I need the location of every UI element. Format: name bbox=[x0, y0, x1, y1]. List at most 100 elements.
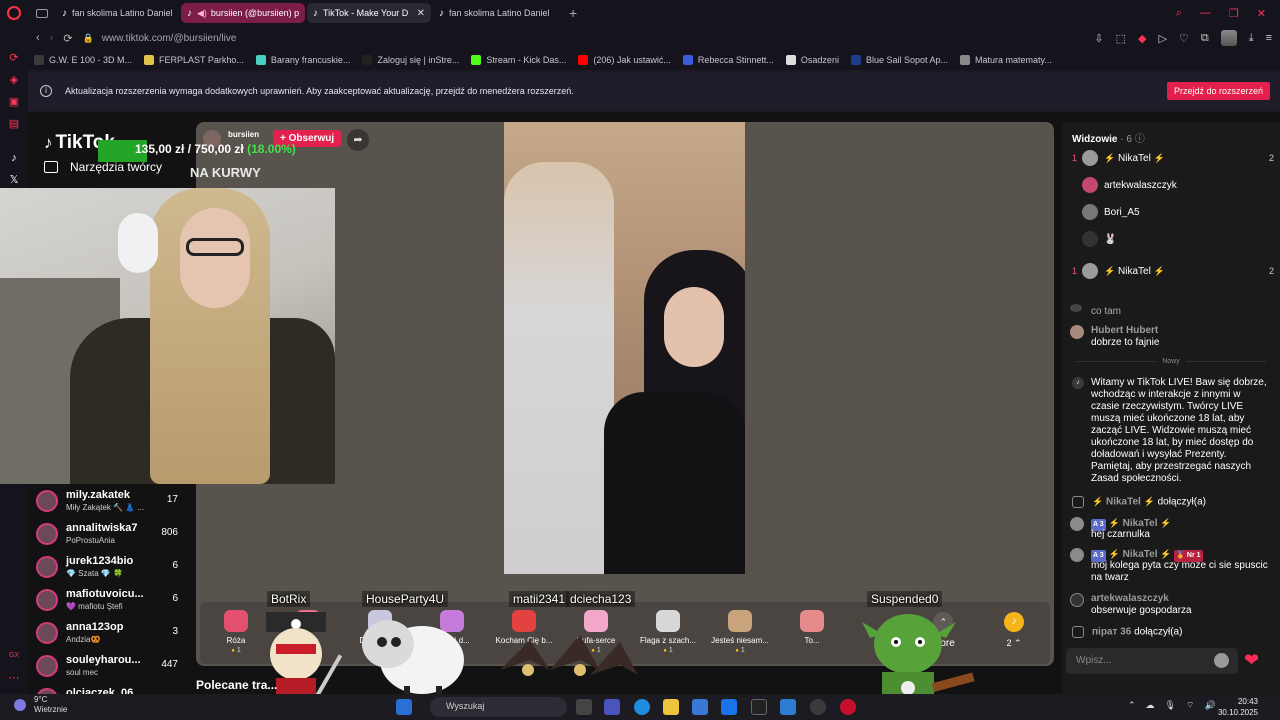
menu-icon[interactable]: ≡ bbox=[1266, 32, 1272, 44]
viewer-row[interactable]: 🐰 bbox=[1072, 231, 1274, 251]
cloud-icon[interactable]: ☁ bbox=[1146, 700, 1155, 711]
forward-icon[interactable]: › bbox=[50, 32, 54, 44]
app-icon[interactable] bbox=[751, 699, 767, 715]
leaderboard-row[interactable]: mafiotuvoicu... 💜 mafiotu Ştefi 6 bbox=[36, 585, 182, 618]
bookmark-favicon-icon bbox=[471, 55, 482, 65]
share-icon[interactable]: ➦ bbox=[347, 129, 369, 151]
viewers-heading: Widzowie · 6 ⓘ bbox=[1072, 130, 1145, 145]
gift-item[interactable]: To... bbox=[776, 610, 848, 645]
avatar bbox=[36, 589, 58, 611]
chat-user[interactable]: NikaTel bbox=[1123, 518, 1158, 529]
messenger-icon[interactable]: ▣ bbox=[8, 96, 20, 108]
play-icon[interactable]: ▷ bbox=[1159, 32, 1167, 45]
minimize-icon[interactable]: — bbox=[1200, 7, 1211, 19]
url-field[interactable]: www.tiktok.com/@bursiien/live bbox=[102, 33, 237, 44]
extensions-icon[interactable]: ⧉ bbox=[1201, 32, 1209, 45]
chat-input[interactable]: Wpisz... bbox=[1066, 648, 1238, 674]
bookmark-item[interactable]: Zaloguj się | inStre... bbox=[362, 55, 459, 65]
app-icon-2[interactable] bbox=[780, 699, 796, 715]
bookmark-item[interactable]: (206) Jak ustawić... bbox=[578, 55, 671, 65]
wifi-icon[interactable]: ⌔ bbox=[1186, 700, 1194, 711]
bookmark-item[interactable]: Matura matematy... bbox=[960, 55, 1052, 65]
leaderboard-row[interactable]: annalitwiska7 PoProstuAnia 806 bbox=[36, 519, 182, 552]
close-window-icon[interactable]: ✕ bbox=[1257, 7, 1266, 20]
coins-button[interactable]: ♪ 2 ⌃ bbox=[1004, 612, 1024, 649]
more-sidebar-icon[interactable]: ⋯ bbox=[8, 672, 20, 684]
speaker-icon[interactable]: ◀) bbox=[197, 8, 207, 19]
leaderboard-row[interactable]: mily.zakatek Miły Zakątek 🔨 👗 ... 17 bbox=[36, 486, 182, 519]
x-sidebar-icon[interactable]: 𝕏 bbox=[8, 174, 20, 186]
back-icon[interactable]: ‹ bbox=[36, 32, 40, 44]
live-video[interactable] bbox=[504, 122, 745, 574]
gift-item[interactable]: Flaga z szach... 1 bbox=[632, 610, 704, 654]
chat-user[interactable]: пірат 36 bbox=[1092, 627, 1131, 638]
mail-app-icon[interactable] bbox=[721, 699, 737, 715]
opera-gx-taskbar-icon[interactable] bbox=[840, 699, 856, 715]
edge-icon[interactable] bbox=[634, 699, 650, 715]
bookmark-item[interactable]: Stream - Kick Das... bbox=[471, 55, 566, 65]
bookmark-item[interactable]: FERPLAST Parkho... bbox=[144, 55, 244, 65]
tab-1[interactable]: ♪ fan skolima Latino Daniel bbox=[56, 3, 179, 23]
store-icon[interactable] bbox=[692, 699, 708, 715]
sync-icon[interactable]: ⟳ bbox=[8, 52, 20, 64]
viewer-name: artekwalaszczyk bbox=[1104, 180, 1177, 191]
maximize-icon[interactable]: ❐ bbox=[1229, 7, 1239, 20]
leaderboard-row[interactable]: anna123op Andzia🥨 3 bbox=[36, 618, 182, 651]
pocket-icon[interactable]: ◆ bbox=[1138, 32, 1146, 45]
help-icon[interactable]: ⓘ bbox=[1135, 134, 1145, 145]
pin-icon[interactable]: ⇩ bbox=[1094, 32, 1103, 45]
viewer-row[interactable]: artekwalaszczyk bbox=[1072, 177, 1274, 197]
downloads-icon[interactable]: ⤓ bbox=[1249, 32, 1254, 45]
close-tab-icon[interactable]: ✕ bbox=[417, 8, 425, 19]
mail-icon[interactable]: ▤ bbox=[8, 118, 20, 130]
bookmark-item[interactable]: G.W. E 100 - 3D M... bbox=[34, 55, 132, 65]
snapshot-icon[interactable]: ⬚ bbox=[1116, 32, 1126, 45]
microphone-icon[interactable]: 🎙 bbox=[1165, 700, 1176, 711]
volume-icon[interactable]: 🔊 bbox=[1204, 700, 1215, 711]
donation-goal: 135,00 zł / 750,00 zł (18.00%) bbox=[98, 140, 296, 162]
chat-user[interactable]: NikaTel bbox=[1106, 497, 1141, 508]
clock[interactable]: 20:43 30.10.2025 bbox=[1218, 696, 1258, 718]
creator-tools-link[interactable]: Narzędzia twórcy bbox=[44, 160, 162, 174]
opera-logo-icon[interactable] bbox=[7, 6, 21, 20]
viewer-row[interactable]: Bori_A5 bbox=[1072, 204, 1274, 224]
leaderboard-row[interactable]: jurek1234bio 💎 Szata 💎 🍀 6 bbox=[36, 552, 182, 585]
follow-event-icon bbox=[1070, 593, 1084, 607]
viewer-row[interactable]: 1 ⚡ NikaTel ⚡ 2 bbox=[1072, 150, 1274, 170]
search-tabs-icon[interactable]: ⌕ bbox=[1176, 7, 1182, 20]
reload-icon[interactable]: ⟳ bbox=[63, 32, 72, 45]
viewer-row[interactable]: 1 ⚡ NikaTel ⚡ 2 bbox=[1072, 263, 1274, 283]
chevron-up-icon[interactable]: ⌃ bbox=[1128, 700, 1136, 711]
gx-icon[interactable]: GX bbox=[8, 650, 20, 662]
like-heart-icon[interactable]: ❤ bbox=[1244, 651, 1262, 669]
leaderboard-row[interactable]: souleyharou... soul mec 447 bbox=[36, 651, 182, 684]
chat-user[interactable]: NikaTel bbox=[1123, 549, 1158, 560]
flow-icon[interactable]: ◈ bbox=[8, 74, 20, 86]
go-to-extensions-button[interactable]: Przejdź do rozszerzeń bbox=[1166, 82, 1270, 100]
chat-user[interactable]: Hubert Hubert bbox=[1091, 325, 1158, 337]
start-icon[interactable] bbox=[396, 699, 412, 715]
tab-3-active[interactable]: ♪ TikTok - Make Your D ✕ bbox=[307, 3, 431, 23]
teams-icon[interactable] bbox=[604, 699, 620, 715]
workspaces-icon[interactable] bbox=[36, 8, 48, 18]
bookmark-item[interactable]: Rebecca Stinnett... bbox=[682, 55, 774, 65]
taskbar-search[interactable]: Wyszukaj bbox=[430, 697, 567, 717]
tab-4[interactable]: ♪ fan skolima Latino Daniel bbox=[433, 3, 559, 23]
file-explorer-icon[interactable] bbox=[663, 699, 679, 715]
bookmark-item[interactable]: Barany francuskie... bbox=[255, 55, 350, 65]
tab-2[interactable]: ♪ ◀) bursiien (@bursiien) p bbox=[181, 3, 305, 23]
bookmark-item[interactable]: Osadzeni bbox=[785, 55, 839, 65]
gift-item[interactable]: Jesteś niesam... 1 bbox=[704, 610, 776, 654]
avatar bbox=[1082, 177, 1098, 193]
leader-count: 806 bbox=[161, 527, 178, 538]
video-person-right-body bbox=[604, 392, 745, 574]
new-tab-button[interactable]: + bbox=[569, 5, 577, 21]
obs-icon[interactable] bbox=[810, 699, 826, 715]
tiktok-sidebar-icon[interactable]: ♪ bbox=[8, 152, 20, 164]
profile-avatar[interactable] bbox=[1220, 30, 1237, 46]
bookmark-item[interactable]: Blue Sail Sopot Ap... bbox=[850, 55, 948, 65]
emoji-icon[interactable] bbox=[1214, 653, 1229, 668]
chat-user[interactable]: artekwalaszczyk bbox=[1091, 593, 1169, 605]
heart-icon[interactable]: ♡ bbox=[1179, 32, 1189, 45]
task-view-icon[interactable] bbox=[576, 699, 592, 715]
